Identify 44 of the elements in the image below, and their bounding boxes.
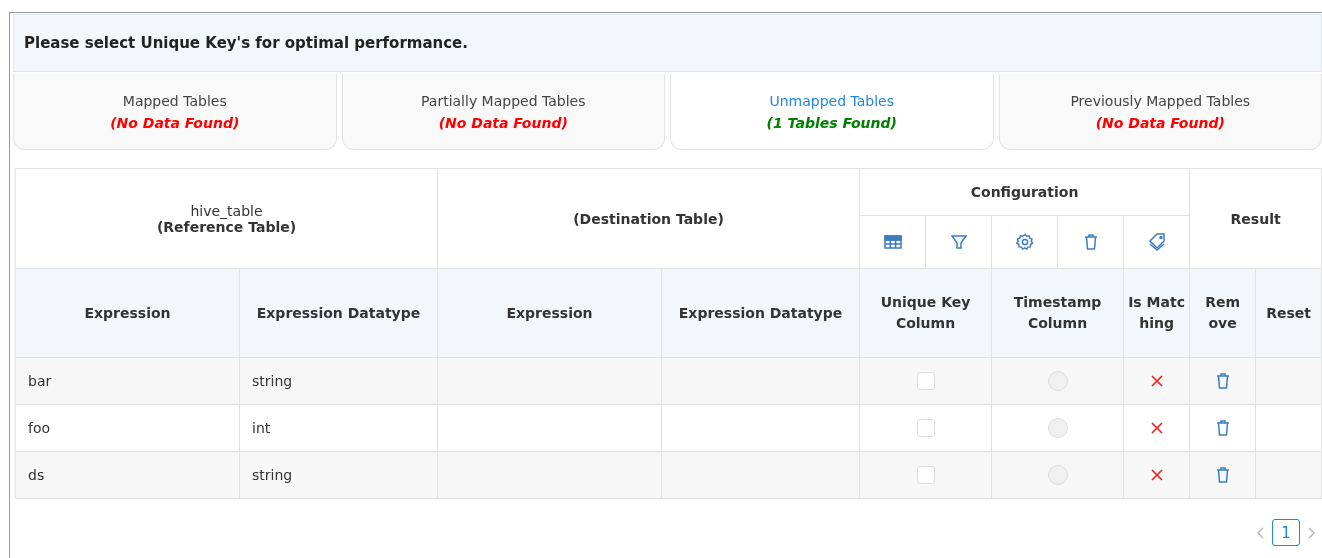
column-header: Timestamp Column [1012,293,1103,333]
column-header: Expression Datatype [677,303,844,323]
table-cell: foo [15,404,240,452]
filter-icon[interactable] [948,232,969,252]
tab-label: Mapped Tables [122,92,227,109]
column-header: Reset [1265,303,1312,323]
table-cell: string [239,357,438,405]
column-header: Is Matc hing [1127,293,1186,333]
tab-label: Partially Mapped Tables [421,92,586,109]
tab-label: Previously Mapped Tables [1070,92,1251,109]
tab[interactable]: Unmapped Tables (1 Tables Found) [670,74,994,150]
checkbox[interactable] [916,419,935,437]
checkbox[interactable] [916,372,935,390]
radio-button[interactable] [1047,371,1068,391]
tab-label: Unmapped Tables [769,92,895,109]
tab[interactable]: Partially Mapped Tables (No Data Found) [341,74,665,150]
tab-status: (1 Tables Found) [766,114,897,131]
tags-icon[interactable] [1146,232,1167,252]
column-header: Expression [83,303,172,323]
radio-button[interactable] [1047,418,1068,438]
checkbox[interactable] [916,466,935,484]
tab-status: (No Data Found) [1095,114,1225,131]
settings-icon[interactable] [1014,232,1035,252]
reference-table-caption: (Reference Table) [155,218,298,235]
tab[interactable]: Previously Mapped Tables (No Data Found) [998,74,1322,150]
tab-status: (No Data Found) [110,114,240,131]
column-header: Unique Key Column [879,293,972,333]
column-header: Expression [505,303,594,323]
destination-table-caption: (Destination Table) [572,210,725,227]
radio-button[interactable] [1047,465,1068,485]
table-cell: ds [15,451,240,499]
table-icon[interactable] [882,232,903,252]
notice-text: Please select Unique Key's for optimal performance. [24,34,468,52]
column-header: Rem ove [1204,293,1242,333]
group-header: Configuration [969,184,1080,200]
column-header: Expression Datatype [255,303,422,323]
tab-status: (No Data Found) [438,114,568,131]
reference-table-name: hive_table [189,202,264,219]
group-header: Result [1229,210,1282,227]
table-cell: string [239,451,438,499]
table-cell: int [239,404,438,452]
table-cell: bar [15,357,240,405]
page-button[interactable]: 1 [1272,519,1300,546]
tab[interactable]: Mapped Tables (No Data Found) [13,74,337,150]
